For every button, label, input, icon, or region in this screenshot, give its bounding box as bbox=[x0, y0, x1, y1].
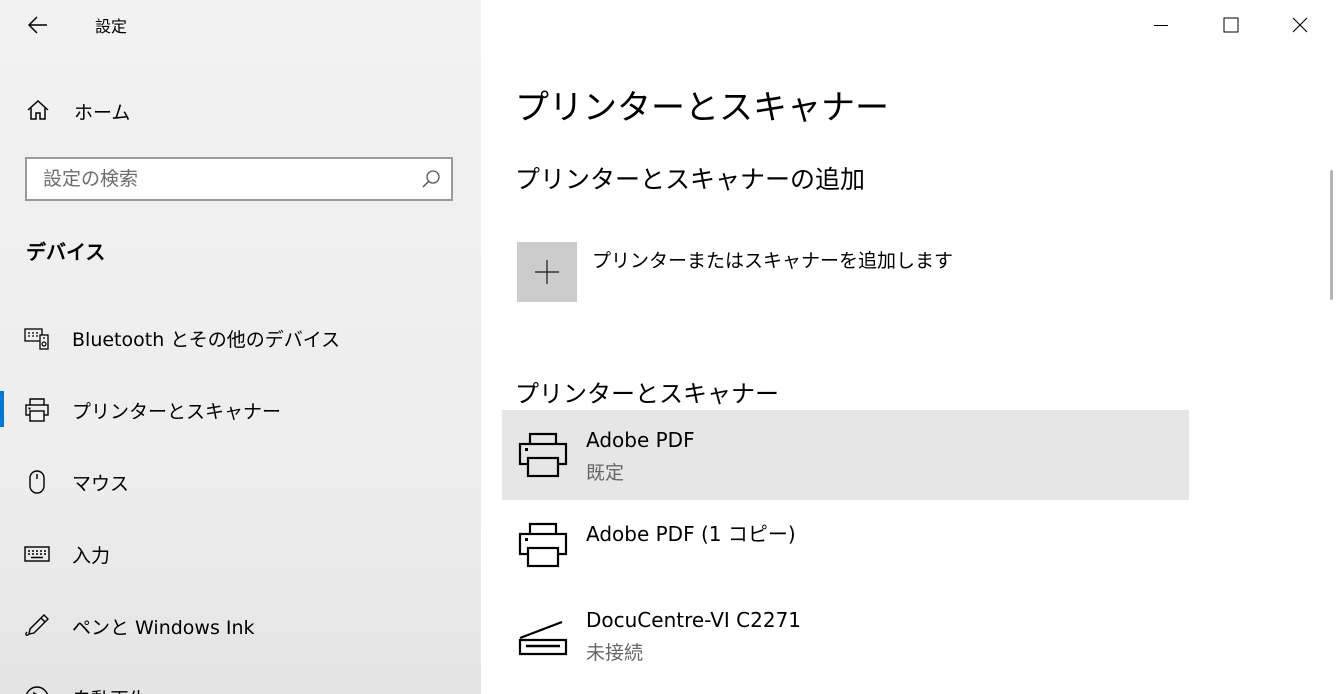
device-item-adobe-pdf[interactable]: Adobe PDF 既定 bbox=[502, 410, 1189, 500]
sidebar-item-label: プリンターとスキャナー bbox=[72, 401, 282, 423]
scanner-icon bbox=[518, 620, 568, 656]
device-item-adobe-pdf-copy[interactable]: Adobe PDF (1 コピー) bbox=[502, 500, 1189, 590]
printer-icon bbox=[518, 432, 568, 478]
maximize-icon bbox=[1223, 17, 1239, 33]
sidebar-item-mouse[interactable]: マウス bbox=[0, 457, 481, 505]
sidebar-item-autoplay[interactable]: 自動再生 bbox=[0, 673, 481, 694]
device-name: Adobe PDF (1 コピー) bbox=[586, 522, 796, 546]
close-icon bbox=[1292, 17, 1308, 33]
back-button[interactable] bbox=[20, 8, 56, 42]
home-icon bbox=[27, 99, 49, 120]
nav-home[interactable]: ホーム bbox=[0, 88, 481, 132]
plus-icon bbox=[535, 260, 559, 284]
back-arrow-icon bbox=[28, 16, 47, 34]
sidebar-item-bluetooth[interactable]: Bluetooth とその他のデバイス bbox=[0, 313, 481, 361]
printer-icon bbox=[518, 522, 568, 568]
main-content: プリンターとスキャナー プリンターとスキャナーの追加 プリンターまたはスキャナー… bbox=[481, 0, 1337, 694]
search-input[interactable] bbox=[27, 159, 423, 199]
sidebar-item-pen[interactable]: ペンと Windows Ink bbox=[0, 601, 481, 649]
device-list-title: プリンターとスキャナー bbox=[515, 380, 779, 408]
sidebar: 設定 ホーム デバイス Bluetooth とその他のデバイス bbox=[0, 0, 481, 694]
maximize-button[interactable] bbox=[1208, 0, 1254, 50]
device-item-docucentre[interactable]: DocuCentre-VI C2271 未接続 bbox=[502, 590, 1189, 680]
sidebar-item-label: マウス bbox=[72, 473, 130, 495]
sidebar-item-printers[interactable]: プリンターとスキャナー bbox=[0, 385, 481, 433]
device-name: DocuCentre-VI C2271 bbox=[586, 608, 802, 632]
bluetooth-devices-icon bbox=[24, 328, 49, 350]
device-status: 既定 bbox=[586, 462, 625, 484]
add-section-title: プリンターとスキャナーの追加 bbox=[515, 165, 866, 194]
sidebar-item-input[interactable]: 入力 bbox=[0, 529, 481, 577]
add-tile bbox=[517, 242, 577, 302]
add-printer-label: プリンターまたはスキャナーを追加します bbox=[592, 250, 954, 272]
page-title: プリンターとスキャナー bbox=[515, 88, 889, 128]
sidebar-item-label: ペンと Windows Ink bbox=[72, 617, 255, 639]
section-title: デバイス bbox=[26, 240, 106, 264]
minimize-icon bbox=[1154, 25, 1168, 26]
pen-icon bbox=[25, 614, 49, 636]
autoplay-icon bbox=[26, 686, 48, 694]
sidebar-item-label: 自動再生 bbox=[72, 685, 148, 694]
close-button[interactable] bbox=[1277, 0, 1323, 50]
nav-home-label: ホーム bbox=[74, 102, 131, 124]
scrollbar[interactable] bbox=[1330, 170, 1333, 300]
search-box bbox=[25, 157, 453, 201]
minimize-button[interactable] bbox=[1138, 0, 1184, 50]
device-name: Adobe PDF bbox=[586, 428, 695, 452]
mouse-icon bbox=[29, 470, 45, 494]
printer-icon bbox=[25, 398, 49, 422]
add-printer-button[interactable]: プリンターまたはスキャナーを追加します bbox=[517, 242, 1017, 302]
keyboard-icon bbox=[24, 546, 50, 562]
sidebar-item-label: Bluetooth とその他のデバイス bbox=[72, 329, 341, 351]
device-status: 未接続 bbox=[586, 642, 644, 664]
search-icon[interactable] bbox=[421, 169, 441, 189]
selection-indicator bbox=[0, 391, 4, 427]
app-title: 設定 bbox=[95, 17, 128, 36]
sidebar-item-label: 入力 bbox=[72, 545, 111, 567]
